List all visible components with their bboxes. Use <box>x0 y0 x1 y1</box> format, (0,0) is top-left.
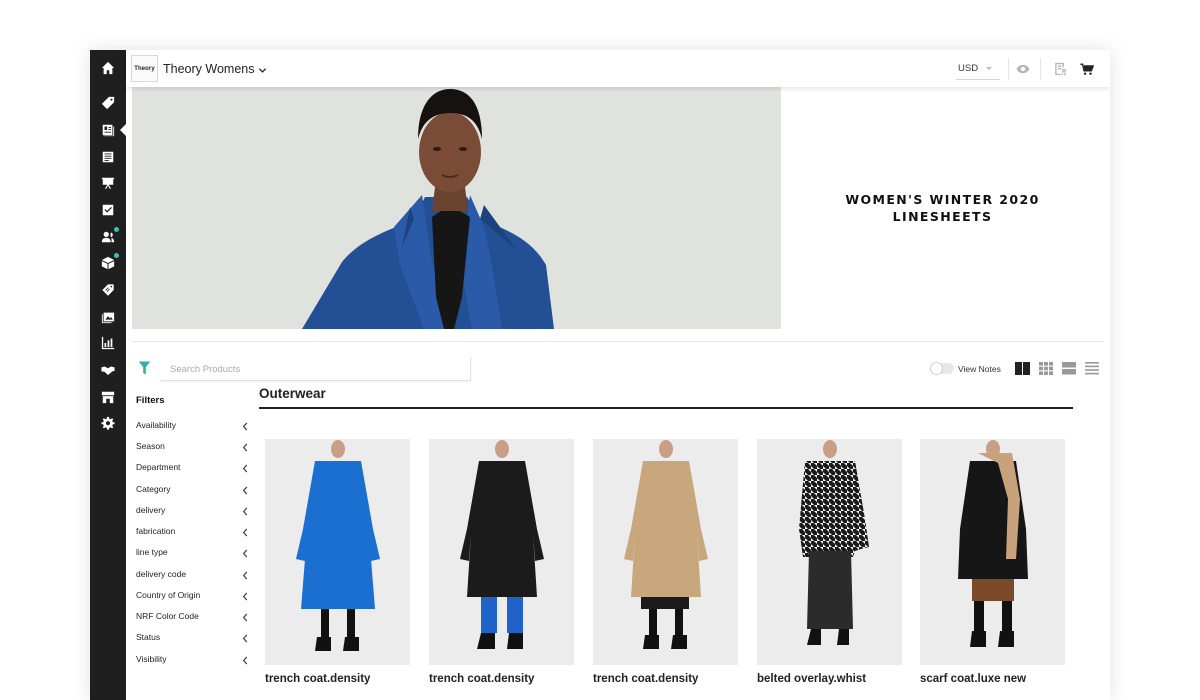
product-image[interactable] <box>593 439 738 665</box>
product-name[interactable]: belted overlay.whist <box>757 673 902 685</box>
filter-delivery[interactable]: delivery <box>136 505 248 519</box>
filter-status[interactable]: Status <box>136 632 248 646</box>
filter-fabrication[interactable]: fabrication <box>136 526 248 540</box>
currency-value: USD <box>958 63 979 74</box>
product-image[interactable] <box>429 439 574 665</box>
divider <box>132 341 1104 342</box>
customers-icon[interactable] <box>90 225 126 249</box>
handshake-icon[interactable] <box>90 358 126 382</box>
app-window: Theory Theory Womens USD WOMEN'S WINTER … <box>90 50 1110 700</box>
gear-icon[interactable] <box>90 411 126 435</box>
view-notes-label: View Notes <box>958 364 1001 374</box>
toggle-knob <box>930 362 943 375</box>
chevron-left-icon <box>242 592 248 603</box>
product-name[interactable]: trench coat.density <box>265 673 410 685</box>
filter-availability[interactable]: Availability <box>136 420 248 434</box>
compact-list-view-icon[interactable] <box>1085 362 1101 375</box>
product-name[interactable]: scarf coat.luxe new <box>920 673 1065 685</box>
presentation-icon[interactable] <box>90 171 126 195</box>
top-bar: Theory Theory Womens USD <box>126 50 1110 87</box>
filter-delivery-code[interactable]: delivery code <box>136 569 248 583</box>
eye-icon[interactable] <box>1014 60 1032 78</box>
divider <box>1008 58 1009 80</box>
large-grid-view-icon[interactable] <box>1015 362 1031 375</box>
list-view-icon[interactable] <box>1062 362 1078 375</box>
cart-icon[interactable] <box>1078 60 1096 78</box>
hero-image <box>132 87 781 329</box>
storefront-icon[interactable] <box>90 385 126 409</box>
small-grid-view-icon[interactable] <box>1039 362 1055 375</box>
search-input[interactable]: Search Products <box>160 357 471 381</box>
divider <box>1040 58 1041 80</box>
chevron-left-icon <box>242 656 248 667</box>
images-icon[interactable] <box>90 305 126 329</box>
tag-icon[interactable] <box>90 91 126 115</box>
chevron-left-icon <box>242 613 248 624</box>
notification-badge <box>114 227 119 232</box>
banner-title-line1: WOMEN'S WINTER 2020 <box>845 192 1040 207</box>
product-card[interactable]: trench coat.density <box>429 439 574 685</box>
currency-select[interactable]: USD <box>956 58 1000 80</box>
chevron-down-icon <box>986 67 992 70</box>
product-card[interactable]: scarf coat.luxe new <box>920 439 1065 685</box>
box-icon[interactable] <box>90 251 126 275</box>
product-image[interactable] <box>265 439 410 665</box>
filter-season[interactable]: Season <box>136 441 248 455</box>
chevron-left-icon <box>242 464 248 475</box>
product-name[interactable]: trench coat.density <box>429 673 574 685</box>
filter-line-type[interactable]: line type <box>136 547 248 561</box>
filter-department[interactable]: Department <box>136 462 248 476</box>
product-image[interactable] <box>757 439 902 665</box>
brand-logo[interactable]: Theory <box>131 55 158 82</box>
banner-text-panel: WOMEN'S WINTER 2020 LINESHEETS <box>781 87 1104 329</box>
checklist-icon[interactable] <box>90 198 126 222</box>
filter-category[interactable]: Category <box>136 484 248 498</box>
qr-code-icon[interactable] <box>1051 60 1069 78</box>
home-icon[interactable] <box>90 56 126 80</box>
chevron-down-icon[interactable] <box>258 62 267 80</box>
discount-tag-icon[interactable] <box>90 278 126 302</box>
chevron-left-icon <box>242 528 248 539</box>
view-notes-toggle[interactable] <box>930 362 954 375</box>
filters-title: Filters <box>136 395 165 406</box>
catalog-icon[interactable] <box>90 145 126 169</box>
section-title: Outerwear <box>259 386 326 401</box>
chevron-left-icon <box>242 486 248 497</box>
active-indicator <box>120 124 126 136</box>
product-card[interactable]: trench coat.density <box>265 439 410 685</box>
chevron-left-icon <box>242 443 248 454</box>
filter-visibility[interactable]: Visibility <box>136 654 248 668</box>
notification-badge <box>114 253 119 258</box>
brand-selector[interactable]: Theory Womens <box>163 62 254 76</box>
sidebar <box>90 50 126 700</box>
chevron-left-icon <box>242 507 248 518</box>
banner-title-line2: LINESHEETS <box>892 209 993 224</box>
chevron-left-icon <box>242 571 248 582</box>
filter-icon[interactable] <box>138 361 151 380</box>
chevron-left-icon <box>242 549 248 560</box>
product-name[interactable]: trench coat.density <box>593 673 738 685</box>
section-divider <box>259 407 1073 409</box>
chart-icon[interactable] <box>90 331 126 355</box>
chevron-left-icon <box>242 422 248 433</box>
filter-country-of-origin[interactable]: Country of Origin <box>136 590 248 604</box>
chevron-left-icon <box>242 634 248 645</box>
product-card[interactable]: belted overlay.whist <box>757 439 902 685</box>
product-card[interactable]: trench coat.density <box>593 439 738 685</box>
product-image[interactable] <box>920 439 1065 665</box>
filter-nrf-color-code[interactable]: NRF Color Code <box>136 611 248 625</box>
